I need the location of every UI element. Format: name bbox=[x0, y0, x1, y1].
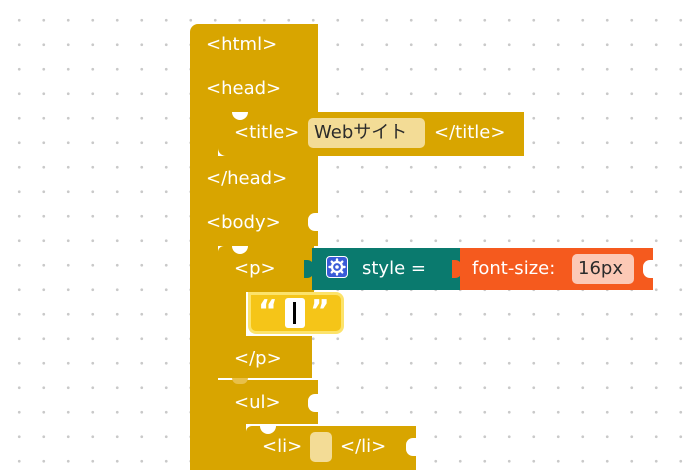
css-block-plug bbox=[452, 260, 462, 278]
text-quote-open: “ bbox=[258, 294, 278, 329]
li-open-label: <li> bbox=[262, 436, 303, 457]
ul-open-label: <ul> bbox=[234, 392, 281, 413]
head-open-label: <head> bbox=[206, 78, 282, 99]
style-label: style = bbox=[362, 258, 426, 279]
font-size-label: font-size: bbox=[472, 258, 556, 279]
p-close-label: </p> bbox=[234, 348, 282, 369]
title-open-label: <title> bbox=[234, 122, 300, 143]
head-close-label: </head> bbox=[206, 168, 288, 189]
li-close-label: </li> bbox=[340, 436, 387, 457]
head-inner-arm bbox=[190, 110, 218, 162]
ul-inner-arm bbox=[218, 422, 246, 470]
p-open-label: <p> bbox=[234, 258, 276, 279]
ul-input-notch bbox=[308, 394, 320, 412]
html-open-label: <html> bbox=[206, 34, 278, 55]
li-text-field[interactable] bbox=[310, 432, 332, 462]
body-open-label: <body> bbox=[206, 212, 281, 233]
text-quote-close: ” bbox=[310, 294, 330, 329]
title-close-label: </title> bbox=[434, 122, 506, 143]
p-inner-arm bbox=[218, 290, 246, 342]
li-input-notch bbox=[406, 438, 418, 456]
body-inner-arm bbox=[190, 244, 218, 470]
body-input-notch bbox=[308, 213, 320, 231]
style-block-plug bbox=[304, 260, 314, 278]
title-text-field[interactable]: Webサイト bbox=[308, 118, 425, 148]
text-cursor bbox=[293, 302, 296, 324]
font-size-field[interactable]: 16px bbox=[572, 254, 634, 284]
css-block-input-notch bbox=[643, 260, 653, 278]
gear-icon[interactable] bbox=[326, 256, 348, 278]
